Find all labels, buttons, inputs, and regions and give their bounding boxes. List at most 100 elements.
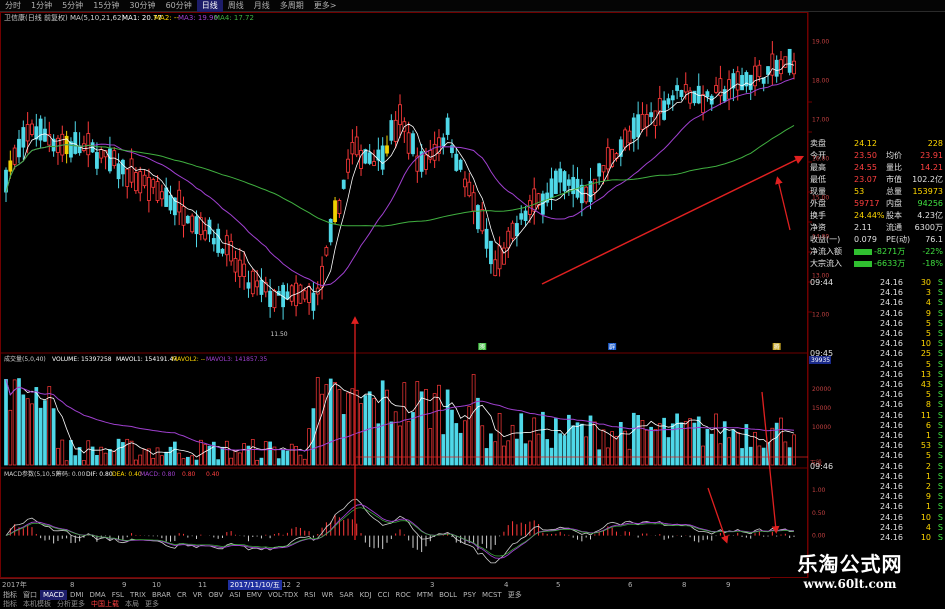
indicator-tab[interactable]: 指标	[0, 590, 20, 600]
candle	[168, 185, 173, 214]
info-row: 最高 24.55 量比 14.21	[808, 162, 945, 174]
indicator-tab[interactable]: 更多	[505, 590, 525, 600]
candle	[545, 182, 550, 207]
tick-side: S	[937, 278, 943, 287]
candle	[696, 73, 701, 105]
info-label-2: 均价	[886, 151, 902, 160]
nav-tab[interactable]: 中国上载	[88, 600, 122, 609]
tick-side: S	[937, 471, 943, 481]
info-row: 净资 2.11 流通 6300万	[808, 222, 945, 234]
indicator-tab[interactable]: MTM	[414, 590, 436, 600]
volume-bar	[432, 393, 437, 466]
candle	[129, 148, 134, 188]
volume-bar	[653, 429, 658, 466]
nav-tab[interactable]: 本局	[122, 600, 142, 609]
indicator-tab[interactable]: DMI	[67, 590, 87, 600]
date-label: 8	[70, 581, 75, 589]
indicator-tab[interactable]: VR	[190, 590, 206, 600]
tick-price: 24.16	[880, 318, 903, 328]
indicator-tab[interactable]: 窗口	[20, 590, 40, 600]
indicator-tab[interactable]: VOL-TDX	[265, 590, 301, 600]
indicator-tab[interactable]: BOLL	[436, 590, 460, 600]
indicator-tab[interactable]: CR	[174, 590, 190, 600]
indicator-tab[interactable]: KDJ	[357, 590, 375, 600]
tick-volume: 3	[925, 288, 931, 298]
period-tab[interactable]: 15分钟	[88, 0, 124, 12]
tick-row: 24.16 2 S	[808, 482, 945, 492]
period-tab[interactable]: 30分钟	[124, 0, 160, 12]
nav-tab[interactable]: 更多	[142, 600, 162, 609]
volume-bar	[554, 418, 558, 466]
nav-tab[interactable]: 分析更多	[54, 600, 88, 609]
volume-bar	[709, 433, 714, 466]
candle	[787, 48, 792, 76]
tick-side: S	[937, 369, 943, 379]
volume-bar	[8, 409, 13, 466]
low-price-label: 11.50	[270, 331, 287, 338]
indicator-tab[interactable]: RSI	[301, 590, 318, 600]
indicator-tab[interactable]: MCST	[479, 590, 505, 600]
indicator-tab[interactable]: OBV	[205, 590, 226, 600]
period-tab[interactable]: 更多>	[309, 0, 342, 12]
candle	[688, 87, 692, 110]
period-tab[interactable]: 月线	[249, 0, 275, 12]
candle	[497, 236, 502, 277]
candle	[298, 283, 303, 304]
price-tick: 17.00	[812, 117, 829, 124]
period-tab[interactable]: 60分钟	[161, 0, 197, 12]
tick-price: 24.16	[880, 502, 903, 512]
indicator-tab[interactable]: MACD	[40, 590, 67, 600]
info-value-right: 94256	[917, 199, 943, 208]
period-tab[interactable]: 多周期	[275, 0, 309, 12]
ma-label: MA(5,10,21,62)	[70, 14, 124, 22]
indicator-tab[interactable]: ASI	[226, 590, 243, 600]
period-tab[interactable]: 周线	[223, 0, 249, 12]
volume-bar	[649, 426, 653, 466]
indicator-tab[interactable]: TRIX	[127, 590, 149, 600]
candle	[320, 256, 324, 300]
tick-volume: 9	[925, 492, 931, 502]
indicator-tab[interactable]: FSL	[109, 590, 127, 600]
candle	[259, 268, 264, 303]
volume-bar	[601, 429, 606, 466]
volume-bar	[528, 440, 532, 466]
candle	[34, 113, 39, 147]
period-tab[interactable]: 日线	[196, 0, 223, 12]
period-tab[interactable]: 5分钟	[57, 0, 88, 12]
volume-bar	[220, 446, 225, 466]
indicator-tab[interactable]: PSY	[460, 590, 479, 600]
candle	[224, 229, 229, 267]
volume-bar	[125, 438, 130, 466]
candle	[411, 130, 415, 157]
volume-bar	[770, 427, 775, 466]
chip-value: 筹码: 0.00	[56, 470, 85, 478]
indicator-tab[interactable]: SAR	[336, 590, 356, 600]
period-tab[interactable]: 1分钟	[26, 0, 57, 12]
indicator-tab[interactable]: DMA	[86, 590, 108, 600]
indicator-tab[interactable]: BRAR	[149, 590, 174, 600]
tick-price: 24.16	[880, 369, 903, 379]
volume-bars	[4, 374, 796, 466]
period-tab[interactable]: 分时	[0, 0, 26, 12]
candle	[164, 177, 169, 207]
tick-volume: 10	[920, 512, 931, 522]
candle	[705, 89, 710, 102]
nav-tab[interactable]: 本机模板	[20, 600, 54, 609]
indicator-tab[interactable]: WR	[319, 590, 337, 600]
volume-bar	[155, 447, 160, 466]
volume-bar	[584, 436, 589, 466]
candle	[82, 135, 86, 153]
volume-bar	[138, 454, 143, 466]
info-label: 净资	[810, 223, 826, 232]
volume-bar	[510, 424, 515, 466]
tick-side: S	[937, 461, 943, 471]
indicator-tab[interactable]: CCI	[375, 590, 393, 600]
nav-tab[interactable]: 指标	[0, 600, 20, 609]
candle	[294, 275, 298, 317]
candle	[779, 50, 783, 81]
volume-bar	[419, 391, 424, 466]
indicator-tab[interactable]: ROC	[392, 590, 413, 600]
candle	[99, 146, 104, 164]
indicator-tab[interactable]: EMV	[244, 590, 265, 600]
tick-volume: 5	[925, 318, 931, 328]
